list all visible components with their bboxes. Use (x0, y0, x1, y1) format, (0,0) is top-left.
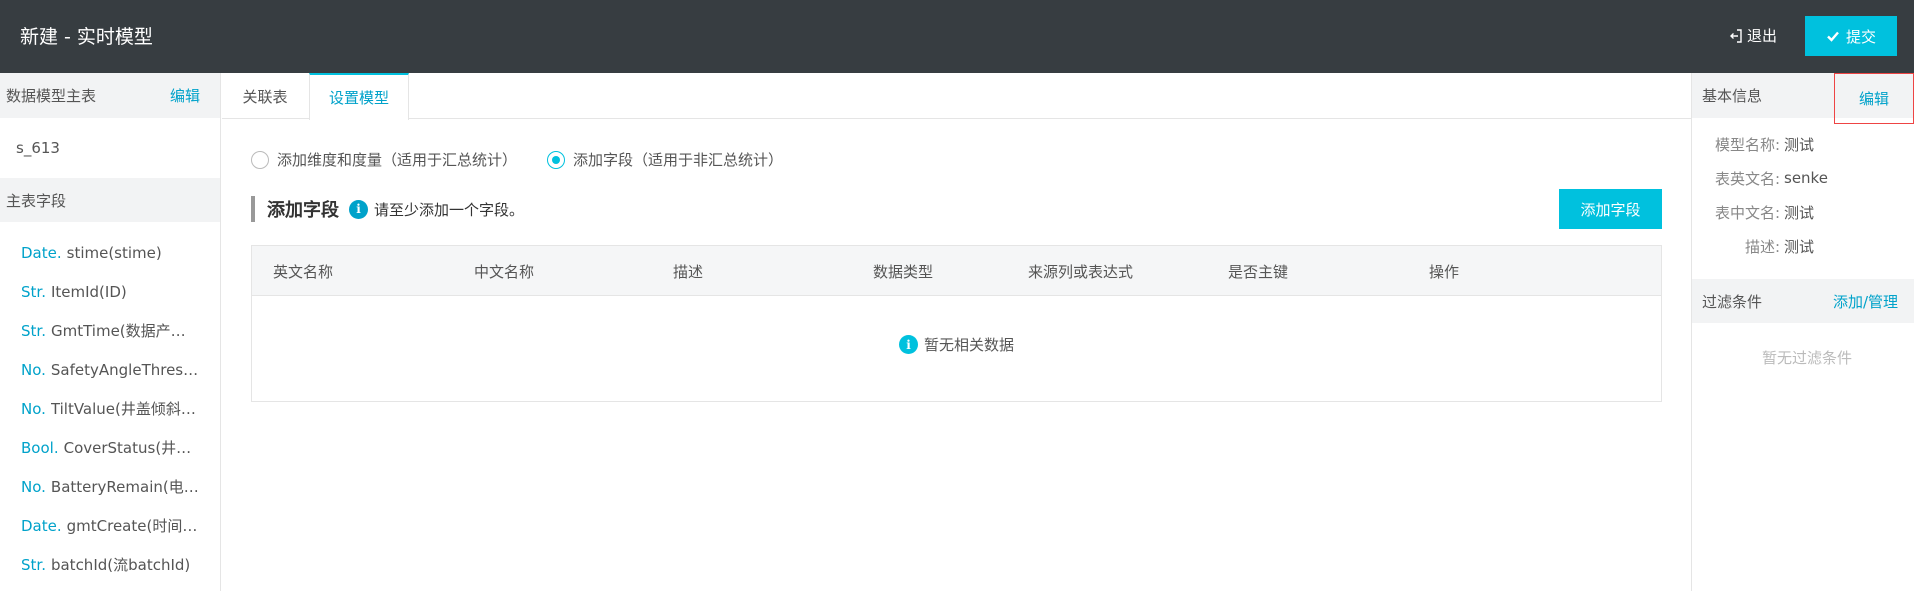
basic-info-label: 基本信息 (1702, 87, 1763, 105)
info-key: 模型名称: (1714, 135, 1780, 154)
table-header: 英文名称 中文名称 描述 数据类型 来源列或表达式 是否主键 操作 (252, 246, 1661, 296)
column-header: 是否主键 (1228, 262, 1289, 281)
submit-label: 提交 (1845, 28, 1876, 46)
tab-set-model[interactable]: 设置模型 (309, 73, 409, 120)
info-row: 模型名称: 测试 (1692, 127, 1914, 161)
right-panel: 基本信息 编辑 模型名称: 测试 表英文名: senke 表中文名: 测试 描述: 测试… (1691, 73, 1914, 591)
field-item[interactable]: Date. gmtCreate(时间戳… (0, 506, 220, 545)
info-key: 表英文名: (1714, 169, 1780, 188)
info-value: 测试 (1784, 237, 1815, 256)
basic-info-list: 模型名称: 测试 表英文名: senke 表中文名: 测试 描述: 测试 (1692, 118, 1914, 269)
field-item[interactable]: Date. stime(stime) (0, 233, 220, 272)
column-header: 操作 (1429, 262, 1460, 281)
field-name: SafetyAngleThresh… (50, 360, 199, 379)
empty-state: i 暂无相关数据 (252, 334, 1661, 355)
field-type: Date. (21, 516, 62, 535)
info-row: 表中文名: 测试 (1692, 195, 1914, 229)
exit-label: 退出 (1747, 27, 1778, 45)
fields-table: 英文名称 中文名称 描述 数据类型 来源列或表达式 是否主键 操作 i 暂无相关… (251, 245, 1662, 402)
field-item[interactable]: Str. ItemId(ID) (0, 272, 220, 311)
main-table-label: 数据模型主表 (6, 87, 97, 105)
field-type: No. (21, 477, 46, 496)
radio-label: 添加维度和度量（适用于汇总统计） (277, 151, 518, 169)
field-type: Str. (21, 282, 46, 301)
field-item[interactable]: Str. GmtTime(数据产生… (0, 311, 220, 350)
info-value: senke (1784, 169, 1828, 187)
field-type: Str. (21, 555, 46, 574)
info-key: 描述: (1744, 237, 1780, 256)
page-title: 新建 - 实时模型 (20, 26, 153, 48)
field-name: BatteryRemain(电池… (50, 478, 199, 496)
exit-icon (1730, 28, 1742, 43)
field-type: Bool. (21, 438, 59, 457)
empty-text: 暂无相关数据 (923, 336, 1014, 354)
section-title: 添加字段 (267, 200, 339, 221)
main-table-header: 数据模型主表 编辑 (0, 73, 220, 118)
field-item[interactable]: Bool. CoverStatus(井盖… (0, 428, 220, 467)
filter-empty-text: 暂无过滤条件 (1761, 349, 1852, 367)
radio-dimension-measure[interactable]: 添加维度和度量（适用于汇总统计） (251, 149, 517, 170)
main-table-name: s_613 (16, 139, 60, 157)
field-type: Str. (21, 321, 46, 340)
field-item[interactable]: No. SafetyAngleThresh… (0, 350, 220, 389)
field-item[interactable]: No. BatteryRemain(电池… (0, 467, 220, 506)
main-table-edit-link[interactable]: 编辑 (170, 85, 200, 106)
field-type: No. (21, 360, 46, 379)
column-header: 英文名称 (273, 262, 334, 281)
section-hint: 请至少添加一个字段。 (374, 200, 525, 219)
filter-manage-link[interactable]: 添加/管理 (1833, 291, 1898, 312)
field-type: No. (21, 399, 46, 418)
exit-button[interactable]: 退出 (1729, 25, 1777, 46)
column-header: 数据类型 (873, 262, 934, 281)
info-row: 描述: 测试 (1692, 229, 1914, 263)
mode-radio-group: 添加维度和度量（适用于汇总统计） 添加字段（适用于非汇总统计） (251, 149, 783, 170)
field-name: batchId(流batchId) (50, 556, 191, 574)
column-header: 中文名称 (474, 262, 535, 281)
field-list: Date. stime(stime) Str. ItemId(ID) Str. Gmt… (0, 222, 220, 584)
radio-add-field[interactable]: 添加字段（适用于非汇总统计） (547, 149, 783, 170)
field-name: GmtTime(数据产生… (50, 322, 199, 340)
field-name: CoverStatus(井盖… (63, 439, 199, 457)
section-bar (251, 196, 255, 222)
basic-info-edit-highlight: 编辑 (1834, 73, 1914, 124)
filter-label: 过滤条件 (1702, 292, 1763, 311)
basic-info-edit-link[interactable]: 编辑 (1859, 88, 1889, 109)
basic-info-header: 基本信息 编辑 (1692, 73, 1914, 124)
filter-header: 过滤条件 添加/管理 (1692, 279, 1914, 323)
field-name: TiltValue(井盖倾斜度) (50, 400, 199, 418)
section-header: 添加字段 i 请至少添加一个字段。 (251, 196, 524, 222)
tab-bar: 关联表 设置模型 (222, 73, 1691, 120)
column-header: 来源列或表达式 (1028, 262, 1134, 281)
info-key: 表中文名: (1714, 203, 1780, 222)
field-name: ItemId(ID) (50, 282, 127, 301)
column-header: 描述 (673, 262, 704, 281)
radio-label: 添加字段（适用于非汇总统计） (573, 151, 784, 169)
left-sidebar: 数据模型主表 编辑 s_613 主表字段 Date. stime(stime) S… (0, 73, 221, 591)
info-value: 测试 (1784, 203, 1815, 222)
radio-circle[interactable] (547, 150, 566, 169)
info-icon: i (898, 335, 918, 354)
radio-circle[interactable] (251, 150, 269, 169)
field-name: stime(stime) (66, 243, 162, 262)
field-type: Date. (21, 243, 62, 262)
top-bar: 新建 - 实时模型 退出 提交 (0, 0, 1914, 73)
info-row: 表英文名: senke (1692, 161, 1914, 195)
field-item[interactable]: Str. batchId(流batchId) (0, 545, 220, 584)
field-name: gmtCreate(时间戳… (66, 517, 199, 535)
info-value: 测试 (1784, 135, 1815, 154)
add-field-button[interactable]: 添加字段 (1559, 189, 1662, 229)
check-icon (1827, 31, 1839, 42)
field-item[interactable]: No. TiltValue(井盖倾斜度) (0, 389, 220, 428)
main-fields-header: 主表字段 (0, 178, 220, 222)
info-icon: i (349, 199, 368, 219)
tab-related-tables[interactable]: 关联表 (222, 73, 308, 119)
submit-button[interactable]: 提交 (1805, 16, 1897, 56)
